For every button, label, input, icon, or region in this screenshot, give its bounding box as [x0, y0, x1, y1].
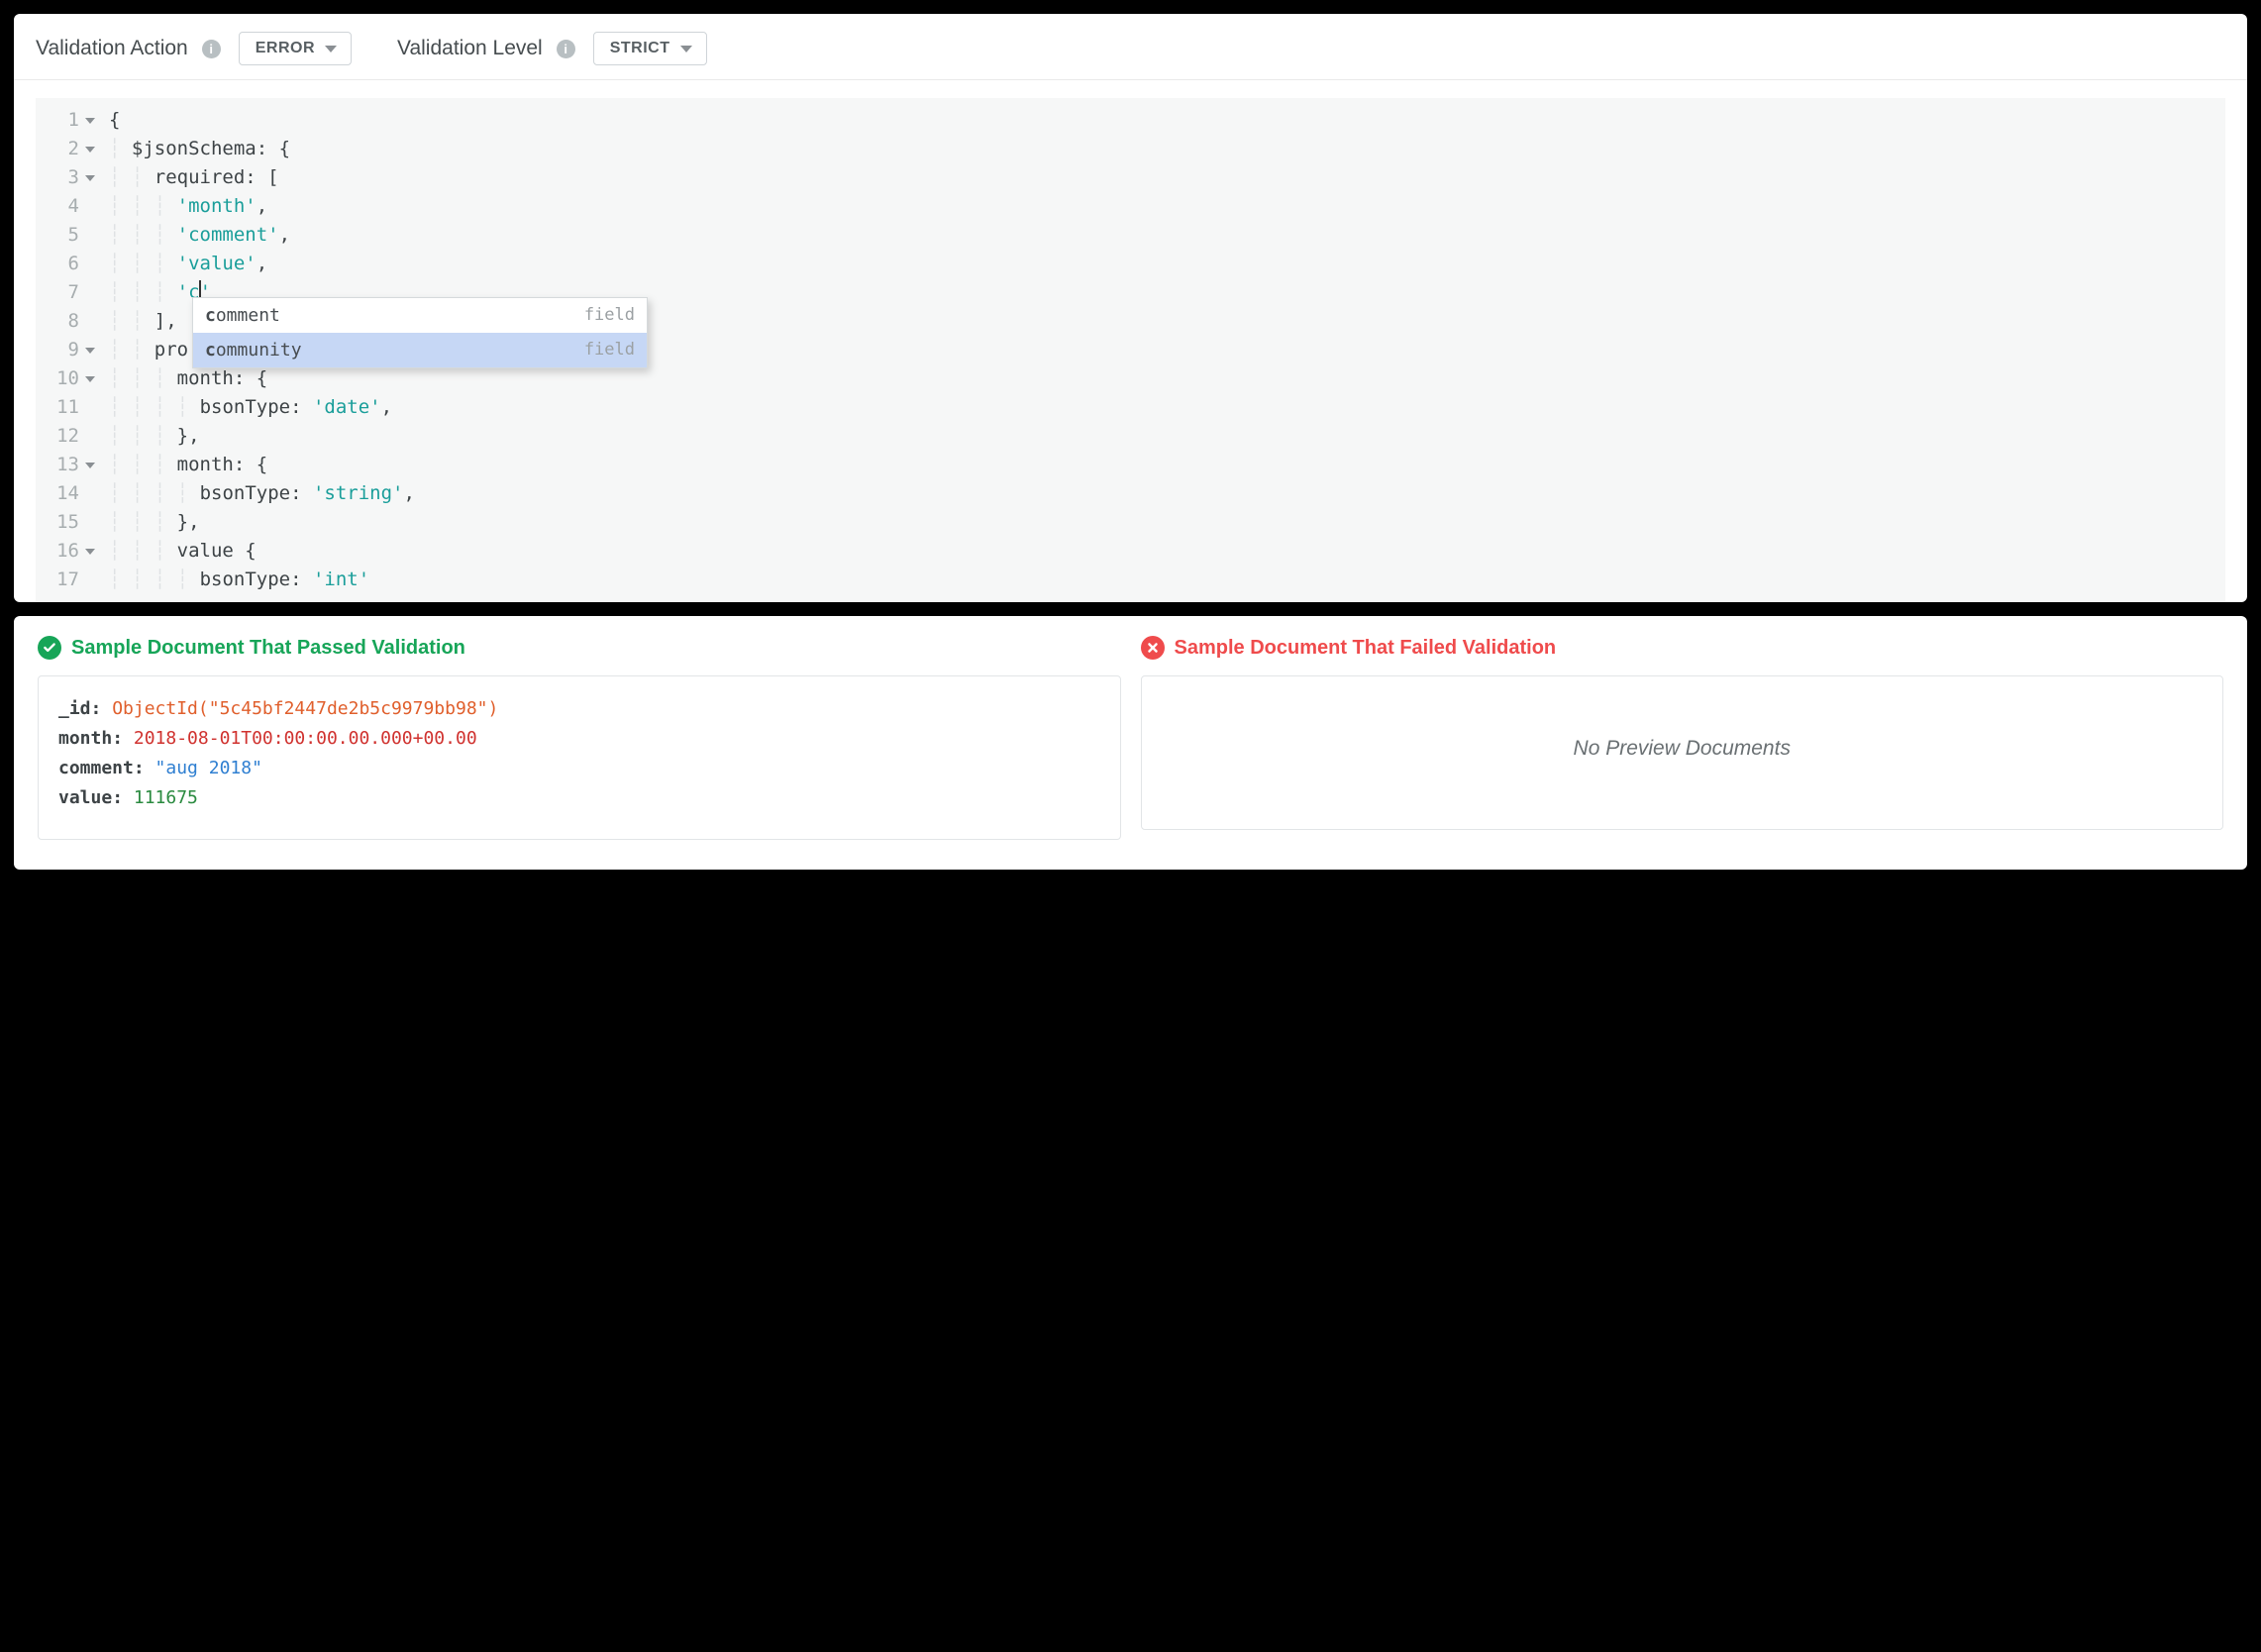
code-line[interactable]: { — [109, 106, 2225, 135]
code-line[interactable]: ┆ ┆ ┆ 'month', — [109, 192, 2225, 221]
code-line[interactable]: ┆ ┆ ┆ }, — [109, 508, 2225, 537]
fold-icon-empty — [85, 405, 95, 411]
validation-results-panel: Sample Document That Passed Validation _… — [14, 616, 2247, 870]
code-line[interactable]: ┆ ┆ ┆ month: { — [109, 451, 2225, 479]
chevron-down-icon — [680, 46, 692, 52]
fold-icon[interactable] — [85, 175, 95, 181]
code-line[interactable]: ┆ ┆ ┆ ┆ bsonType: 'int' — [109, 566, 2225, 594]
editor-gutter: 1234567891011121314151617 — [36, 98, 105, 602]
code-line[interactable]: ┆ ┆ ┆ ┆ bsonType: 'date', — [109, 393, 2225, 422]
fold-icon-empty — [85, 577, 95, 583]
x-circle-icon — [1141, 636, 1165, 660]
fold-icon[interactable] — [85, 118, 95, 124]
validation-action-value: ERROR — [256, 40, 315, 57]
gutter-line: 6 — [46, 250, 105, 278]
validation-action-label: Validation Action — [36, 37, 188, 60]
info-icon[interactable]: i — [202, 40, 221, 58]
gutter-line: 13 — [46, 451, 105, 479]
fold-icon[interactable] — [85, 348, 95, 354]
fold-icon-empty — [85, 491, 95, 497]
doc-field-comment: comment: "aug 2018" — [58, 754, 1100, 783]
fold-icon-empty — [85, 434, 95, 440]
gutter-line: 4 — [46, 192, 105, 221]
passed-document-card: _id: ObjectId("5c45bf2447de2b5c9979bb98"… — [38, 675, 1121, 840]
code-line[interactable]: ┆ ┆ ┆ 'comment', — [109, 221, 2225, 250]
check-circle-icon — [38, 636, 61, 660]
gutter-line: 17 — [46, 566, 105, 594]
fold-icon-empty — [85, 233, 95, 239]
validation-level-dropdown[interactable]: STRICT — [593, 32, 707, 65]
failed-document-card: No Preview Documents — [1141, 675, 2224, 830]
gutter-line: 9 — [46, 336, 105, 364]
fold-icon-empty — [85, 261, 95, 267]
validation-level-label: Validation Level — [397, 37, 543, 60]
gutter-line: 3 — [46, 163, 105, 192]
code-line[interactable]: ┆ $jsonSchema: { — [109, 135, 2225, 163]
fold-icon-empty — [85, 319, 95, 325]
failed-header: Sample Document That Failed Validation — [1141, 636, 2224, 660]
gutter-line: 1 — [46, 106, 105, 135]
gutter-line: 8 — [46, 307, 105, 336]
passed-column: Sample Document That Passed Validation _… — [38, 636, 1121, 840]
fold-icon[interactable] — [85, 376, 95, 382]
autocomplete-popup[interactable]: commentfieldcommunityfield — [192, 297, 648, 368]
code-editor-container: 1234567891011121314151617 {┆ $jsonSchema… — [14, 80, 2247, 602]
gutter-line: 15 — [46, 508, 105, 537]
passed-header-text: Sample Document That Passed Validation — [71, 637, 465, 660]
code-editor[interactable]: 1234567891011121314151617 {┆ $jsonSchema… — [36, 98, 2225, 602]
doc-field-id: _id: ObjectId("5c45bf2447de2b5c9979bb98"… — [58, 694, 1100, 724]
code-line[interactable]: ┆ ┆ required: [ — [109, 163, 2225, 192]
doc-field-value: value: 111675 — [58, 783, 1100, 813]
info-icon[interactable]: i — [557, 40, 575, 58]
gutter-line: 7 — [46, 278, 105, 307]
gutter-line: 10 — [46, 364, 105, 393]
validation-action-dropdown[interactable]: ERROR — [239, 32, 352, 65]
autocomplete-item[interactable]: communityfield — [193, 333, 647, 367]
fold-icon[interactable] — [85, 463, 95, 468]
code-line[interactable]: ┆ ┆ ┆ ┆ bsonType: 'string', — [109, 479, 2225, 508]
passed-header: Sample Document That Passed Validation — [38, 636, 1121, 660]
code-line[interactable]: ┆ ┆ ┆ }, — [109, 422, 2225, 451]
gutter-line: 11 — [46, 393, 105, 422]
validation-editor-panel: Validation Action i ERROR Validation Lev… — [14, 14, 2247, 602]
failed-header-text: Sample Document That Failed Validation — [1175, 637, 1557, 660]
chevron-down-icon — [325, 46, 337, 52]
fold-icon[interactable] — [85, 549, 95, 555]
validation-toolbar: Validation Action i ERROR Validation Lev… — [14, 14, 2247, 80]
failed-column: Sample Document That Failed Validation N… — [1141, 636, 2224, 840]
fold-icon[interactable] — [85, 147, 95, 153]
autocomplete-item[interactable]: commentfield — [193, 298, 647, 333]
gutter-line: 5 — [46, 221, 105, 250]
code-line[interactable]: ┆ ┆ ┆ 'value', — [109, 250, 2225, 278]
validation-level-value: STRICT — [610, 40, 670, 57]
code-line[interactable]: ┆ ┆ ┆ month: { — [109, 364, 2225, 393]
no-preview-text: No Preview Documents — [1574, 734, 1791, 764]
gutter-line: 16 — [46, 537, 105, 566]
gutter-line: 12 — [46, 422, 105, 451]
gutter-line: 2 — [46, 135, 105, 163]
code-line[interactable]: ┆ ┆ ┆ value { — [109, 537, 2225, 566]
editor-code[interactable]: {┆ $jsonSchema: {┆ ┆ required: [┆ ┆ ┆ 'm… — [105, 98, 2225, 602]
fold-icon-empty — [85, 520, 95, 526]
doc-field-month: month: 2018-08-01T00:00:00.00.000+00.00 — [58, 724, 1100, 754]
gutter-line: 14 — [46, 479, 105, 508]
fold-icon-empty — [85, 290, 95, 296]
fold-icon-empty — [85, 204, 95, 210]
